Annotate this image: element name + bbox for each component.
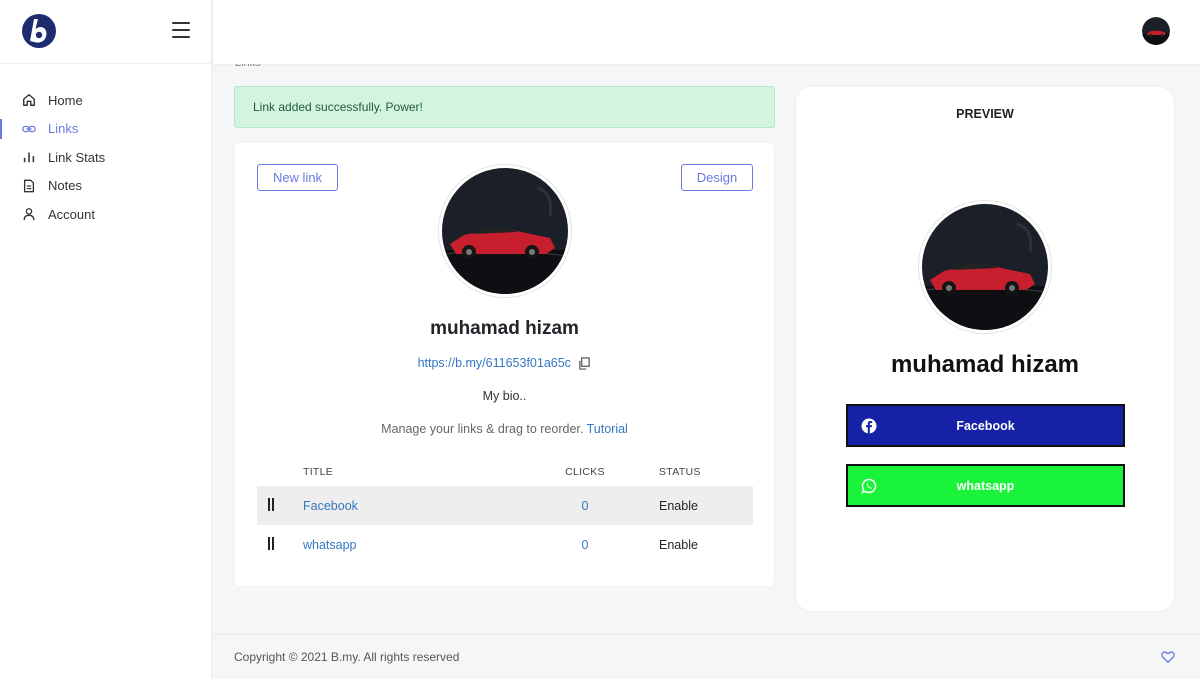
clicks-column-header: CLICKS — [565, 466, 605, 478]
copy-icon[interactable] — [578, 357, 591, 370]
menu-toggle-button[interactable] — [172, 22, 190, 38]
preview-link-whatsapp[interactable]: whatsapp — [846, 464, 1125, 507]
copyright-text: Copyright © 2021 B.my. All rights reserv… — [234, 650, 460, 664]
status-column-header: STATUS — [659, 466, 701, 478]
sidebar-item-label: Home — [48, 92, 83, 108]
sidebar-item-notes[interactable]: Notes — [0, 172, 211, 201]
hamburger-line — [172, 22, 190, 24]
drag-cell — [257, 497, 303, 514]
link-icon — [22, 122, 36, 136]
success-alert: Link added successfully. Power! — [234, 86, 775, 128]
profile-avatar[interactable] — [439, 165, 571, 297]
new-link-button[interactable]: New link — [257, 164, 338, 191]
profile-url-link[interactable]: https://b.my/611653f01a65c — [418, 356, 571, 370]
clicks-cell: 0 — [511, 538, 659, 552]
link-clicks[interactable]: 0 — [582, 538, 589, 552]
topbar — [213, 0, 1200, 64]
link-clicks[interactable]: 0 — [582, 499, 589, 513]
table-row[interactable]: whatsapp 0 Enable — [257, 525, 753, 564]
design-button[interactable]: Design — [681, 164, 753, 191]
preview-name: muhamad hizam — [890, 351, 1080, 378]
title-column-header: TITLE — [303, 466, 334, 478]
home-icon — [22, 93, 36, 107]
links-card: New link Design muhamad hizam https://b.… — [235, 143, 774, 586]
drag-handle-icon[interactable] — [268, 536, 274, 550]
document-icon — [22, 179, 36, 193]
footer: Copyright © 2021 B.my. All rights reserv… — [213, 634, 1200, 679]
link-title[interactable]: whatsapp — [303, 538, 357, 552]
profile-name: muhamad hizam — [430, 318, 579, 339]
title-cell: whatsapp — [303, 538, 511, 552]
user-icon — [22, 207, 36, 221]
sidebar-item-label: Notes — [48, 178, 82, 194]
preview-avatar — [919, 201, 1051, 333]
link-title[interactable]: Facebook — [303, 499, 358, 513]
facebook-icon — [861, 418, 877, 434]
preview-title: PREVIEW — [956, 107, 1014, 121]
profile-url-row: https://b.my/611653f01a65c — [235, 356, 774, 370]
table-header: TITLE CLICKS STATUS — [257, 458, 753, 486]
user-avatar[interactable] — [1142, 17, 1170, 45]
manage-text: Manage your links & drag to reorder. — [381, 422, 584, 436]
sidebar-item-label: Link Stats — [48, 149, 106, 165]
sidebar-item-account[interactable]: Account — [0, 200, 211, 229]
profile-bio: My bio.. — [482, 389, 527, 403]
links-table: TITLE CLICKS STATUS Facebook 0 Enable wh… — [257, 458, 753, 564]
sidebar-nav: Home Links Link Stats Notes Account — [0, 64, 211, 229]
sidebar-item-label: Links — [48, 121, 79, 137]
sidebar: Home Links Link Stats Notes Account — [0, 0, 212, 679]
bar-chart-icon — [22, 150, 36, 164]
preview-link-facebook[interactable]: Facebook — [846, 404, 1125, 447]
preview-link-label: Facebook — [956, 418, 1015, 433]
hamburger-line — [172, 29, 190, 31]
sidebar-item-link-stats[interactable]: Link Stats — [0, 143, 211, 172]
hamburger-line — [172, 36, 190, 38]
status-cell: Enable — [659, 498, 698, 513]
preview-link-label: whatsapp — [956, 478, 1015, 493]
manage-hint: Manage your links & drag to reorder. Tut… — [235, 422, 774, 436]
table-row[interactable]: Facebook 0 Enable — [257, 486, 753, 525]
sidebar-item-links[interactable]: Links — [0, 115, 211, 144]
sidebar-header — [0, 0, 211, 64]
drag-cell — [257, 536, 303, 553]
preview-card: PREVIEW muhamad hizam Facebook whatsapp — [796, 87, 1174, 611]
tutorial-link[interactable]: Tutorial — [587, 422, 628, 436]
clicks-cell: 0 — [511, 499, 659, 513]
drag-handle-icon[interactable] — [268, 497, 274, 511]
brand-logo[interactable] — [20, 12, 58, 50]
sidebar-item-home[interactable]: Home — [0, 86, 211, 115]
whatsapp-icon — [861, 478, 877, 494]
sidebar-item-label: Account — [48, 206, 95, 222]
title-cell: Facebook — [303, 499, 511, 513]
heart-icon[interactable] — [1161, 650, 1175, 664]
status-cell: Enable — [659, 537, 698, 552]
